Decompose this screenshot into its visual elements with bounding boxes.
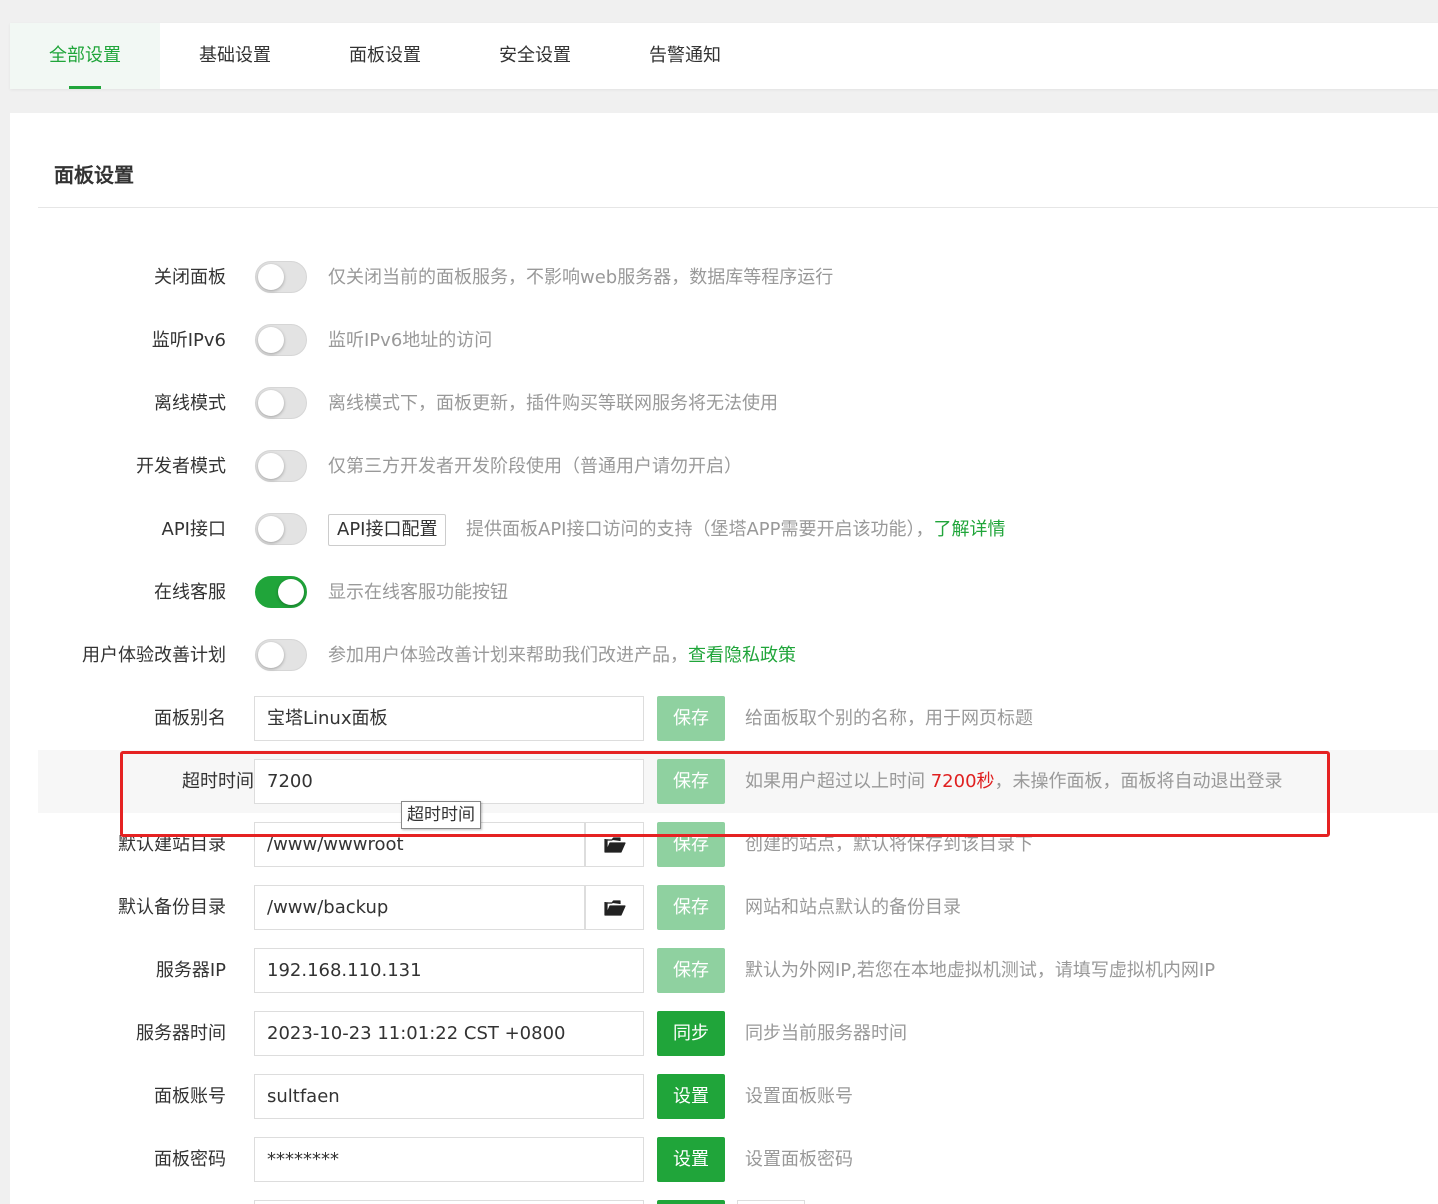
row-developer-mode: 开发者模式 仅第三方开发者开发阶段使用（普通用户请勿开启） xyxy=(10,435,1438,498)
toggle-knob xyxy=(278,579,304,605)
row-label: 服务器时间 xyxy=(136,1023,226,1044)
row-label: 用户体验改善计划 xyxy=(82,645,226,666)
partial-input[interactable] xyxy=(254,1200,644,1204)
row-label: 离线模式 xyxy=(154,393,226,414)
timeout-desc-after: ，未操作面板，面板将自动退出登录 xyxy=(994,771,1283,792)
api-config-button[interactable]: API接口配置 xyxy=(328,514,447,546)
row-timeout: 超时时间 7200 保存 如果用户超过以上时间 7200秒，未操作面板，面板将自… xyxy=(38,750,1438,813)
row-label: 默认建站目录 xyxy=(118,834,226,855)
privacy-policy-link[interactable]: 查看隐私政策 xyxy=(688,645,796,666)
toggle-knob xyxy=(258,327,284,353)
timeout-desc-before: 如果用户超过以上时间 xyxy=(745,771,931,792)
tab-basic-settings[interactable]: 基础设置 xyxy=(160,23,310,89)
row-offline-mode: 离线模式 离线模式下，面板更新，插件购买等联网服务将无法使用 xyxy=(10,372,1438,435)
row-partial-next xyxy=(10,1191,1438,1204)
panel-password-input[interactable]: ******** xyxy=(254,1137,644,1182)
save-alias-button[interactable]: 保存 xyxy=(657,696,725,741)
row-description: 给面板取个别的名称，用于网页标题 xyxy=(745,708,1033,729)
panel-settings-card: 面板设置 关闭面板 仅关闭当前的面板服务，不影响web服务器，数据库等程序运行 … xyxy=(10,113,1438,1204)
row-site-directory: 默认建站目录 /www/wwwroot 保存 创建的站点，默认将保存到该目录下 xyxy=(10,813,1438,876)
save-site-directory-button[interactable]: 保存 xyxy=(657,822,725,867)
tab-panel-settings[interactable]: 面板设置 xyxy=(310,23,460,89)
partial-secondary-button[interactable] xyxy=(737,1200,805,1204)
row-description: 参加用户体验改善计划来帮助我们改进产品，查看隐私政策 xyxy=(328,624,796,687)
sync-time-button[interactable]: 同步 xyxy=(657,1011,725,1056)
row-label: 面板账号 xyxy=(154,1086,226,1107)
toggle-knob xyxy=(258,390,284,416)
backup-directory-input[interactable]: /www/backup xyxy=(254,885,585,930)
row-panel-alias: 面板别名 宝塔Linux面板 保存 给面板取个别的名称，用于网页标题 xyxy=(10,687,1438,750)
ux-description-text: 参加用户体验改善计划来帮助我们改进产品， xyxy=(328,645,688,666)
toggle-knob xyxy=(258,642,284,668)
row-description: 仅关闭当前的面板服务，不影响web服务器，数据库等程序运行 xyxy=(328,267,834,288)
toggle-knob xyxy=(258,516,284,542)
row-api-interface: API接口 API接口配置 提供面板API接口访问的支持（堡塔APP需要开启该功… xyxy=(10,498,1438,561)
row-description: 提供面板API接口访问的支持（堡塔APP需要开启该功能），了解详情 xyxy=(466,498,1006,561)
section-title: 面板设置 xyxy=(54,163,134,187)
api-description-text: 提供面板API接口访问的支持（堡塔APP需要开启该功能）， xyxy=(466,519,934,540)
close-panel-toggle[interactable] xyxy=(255,261,307,293)
panel-alias-input[interactable]: 宝塔Linux面板 xyxy=(254,696,644,741)
developer-mode-toggle[interactable] xyxy=(255,450,307,482)
panel-account-input[interactable]: sultfaen xyxy=(254,1074,644,1119)
timeout-tooltip: 超时时间 xyxy=(401,801,481,829)
row-description: 网站和站点默认的备份目录 xyxy=(745,897,961,918)
timeout-desc-value: 7200秒 xyxy=(930,771,995,792)
row-label: 面板密码 xyxy=(154,1149,226,1170)
row-label: 面板别名 xyxy=(154,708,226,729)
toggle-knob xyxy=(258,264,284,290)
offline-mode-toggle[interactable] xyxy=(255,387,307,419)
settings-tab-bar: 全部设置 基础设置 面板设置 安全设置 告警通知 xyxy=(10,23,1438,89)
row-description: 仅第三方开发者开发阶段使用（普通用户请勿开启） xyxy=(328,456,742,477)
row-label: 关闭面板 xyxy=(154,267,226,288)
row-server-ip: 服务器IP 192.168.110.131 保存 默认为外网IP,若您在本地虚拟… xyxy=(10,939,1438,1002)
row-backup-directory: 默认备份目录 /www/backup 保存 网站和站点默认的备份目录 xyxy=(10,876,1438,939)
row-online-support: 在线客服 显示在线客服功能按钮 xyxy=(10,561,1438,624)
row-label: 默认备份目录 xyxy=(118,897,226,918)
row-label: 在线客服 xyxy=(154,582,226,603)
row-label: 超时时间 xyxy=(182,771,254,792)
api-interface-toggle[interactable] xyxy=(255,513,307,545)
row-close-panel: 关闭面板 仅关闭当前的面板服务，不影响web服务器，数据库等程序运行 xyxy=(10,246,1438,309)
row-ux-improvement: 用户体验改善计划 参加用户体验改善计划来帮助我们改进产品，查看隐私政策 xyxy=(10,624,1438,687)
save-backup-directory-button[interactable]: 保存 xyxy=(657,885,725,930)
row-description: 默认为外网IP,若您在本地虚拟机测试，请填写虚拟机内网IP xyxy=(745,960,1216,981)
row-listen-ipv6: 监听IPv6 监听IPv6地址的访问 xyxy=(10,309,1438,372)
learn-more-link[interactable]: 了解详情 xyxy=(934,519,1006,540)
row-description: 设置面板密码 xyxy=(745,1149,853,1170)
set-password-button[interactable]: 设置 xyxy=(657,1137,725,1182)
row-description: 离线模式下，面板更新，插件购买等联网服务将无法使用 xyxy=(328,393,778,414)
row-description: 显示在线客服功能按钮 xyxy=(328,582,508,603)
toggle-knob xyxy=(258,453,284,479)
tab-security-settings[interactable]: 安全设置 xyxy=(460,23,610,89)
save-server-ip-button[interactable]: 保存 xyxy=(657,948,725,993)
row-panel-password: 面板密码 ******** 设置 设置面板密码 xyxy=(10,1128,1438,1191)
listen-ipv6-toggle[interactable] xyxy=(255,324,307,356)
row-description: 监听IPv6地址的访问 xyxy=(328,330,493,351)
folder-open-icon[interactable] xyxy=(585,822,644,867)
title-divider xyxy=(38,207,1438,208)
save-timeout-button[interactable]: 保存 xyxy=(657,759,725,804)
folder-open-icon[interactable] xyxy=(585,885,644,930)
partial-button[interactable] xyxy=(657,1200,725,1204)
row-description: 如果用户超过以上时间 7200秒，未操作面板，面板将自动退出登录 xyxy=(745,750,1283,813)
timeout-input[interactable]: 7200 xyxy=(254,759,644,804)
tab-alert-notifications[interactable]: 告警通知 xyxy=(610,23,760,89)
tab-all-settings[interactable]: 全部设置 xyxy=(10,23,160,89)
ux-improvement-toggle[interactable] xyxy=(255,639,307,671)
row-label: 监听IPv6 xyxy=(151,330,226,351)
row-panel-account: 面板账号 sultfaen 设置 设置面板账号 xyxy=(10,1065,1438,1128)
set-account-button[interactable]: 设置 xyxy=(657,1074,725,1119)
row-label: 服务器IP xyxy=(155,960,226,981)
row-server-time: 服务器时间 2023-10-23 11:01:22 CST +0800 同步 同… xyxy=(10,1002,1438,1065)
row-description: 创建的站点，默认将保存到该目录下 xyxy=(745,834,1033,855)
row-label: API接口 xyxy=(161,519,226,540)
row-label: 开发者模式 xyxy=(136,456,226,477)
server-time-input[interactable]: 2023-10-23 11:01:22 CST +0800 xyxy=(254,1011,644,1056)
server-ip-input[interactable]: 192.168.110.131 xyxy=(254,948,644,993)
row-description: 设置面板账号 xyxy=(745,1086,853,1107)
online-support-toggle[interactable] xyxy=(255,576,307,608)
row-description: 同步当前服务器时间 xyxy=(745,1023,907,1044)
